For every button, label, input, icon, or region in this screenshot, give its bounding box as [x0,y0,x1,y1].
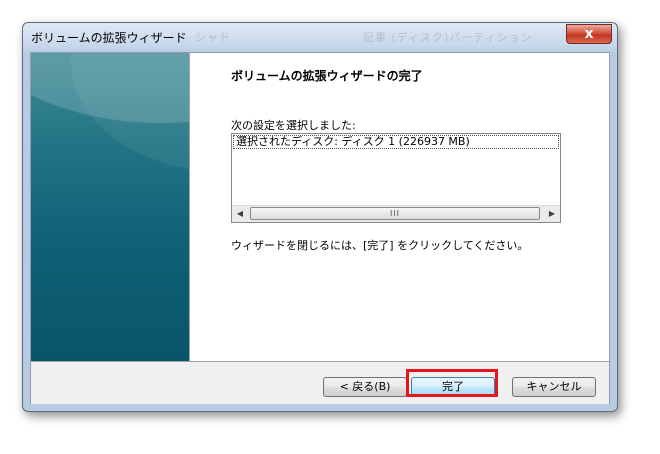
close-icon: x [584,26,594,42]
wizard-window: ボリュームの拡張ウィザード シャド 記事 (ディスク)パーティション x ボリュ… [22,22,618,412]
settings-listbox[interactable]: 選択されたディスク: ディスク 1 (226937 MB) ◀ III ▶ [231,133,561,223]
wizard-sidebar-banner [31,53,189,361]
sidebar-highlight-secondary [71,53,189,173]
page-title: ボリュームの拡張ウィザードの完了 [231,69,423,83]
cancel-button[interactable]: キャンセル [512,377,596,397]
button-bar: < 戻る(B) 完了 キャンセル [31,361,609,404]
scroll-thumb[interactable]: III [250,207,540,220]
wizard-client-area: ボリュームの拡張ウィザードの完了 次の設定を選択しました: 選択されたディスク:… [30,52,610,404]
horizontal-scrollbar[interactable]: ◀ III ▶ [232,205,560,222]
background-title-text: シャド [195,31,231,44]
instruction-text: ウィザードを閉じるには、[完了] をクリックしてください。 [231,239,529,252]
list-item[interactable]: 選択されたディスク: ディスク 1 (226937 MB) [233,135,559,149]
finish-button[interactable]: 完了 [411,377,495,397]
scroll-right-icon[interactable]: ▶ [544,206,560,222]
close-button[interactable]: x [566,24,612,44]
wizard-content-panel: ボリュームの拡張ウィザードの完了 次の設定を選択しました: 選択されたディスク:… [189,53,609,361]
background-title-text-right: 記事 (ディスク)パーティション [363,31,533,44]
title-bar[interactable]: ボリュームの拡張ウィザード シャド 記事 (ディスク)パーティション x [23,23,617,51]
window-title: ボリュームの拡張ウィザード [31,31,187,45]
settings-label: 次の設定を選択しました: [231,119,356,132]
scroll-left-icon[interactable]: ◀ [232,206,248,222]
back-button[interactable]: < 戻る(B) [323,377,407,397]
